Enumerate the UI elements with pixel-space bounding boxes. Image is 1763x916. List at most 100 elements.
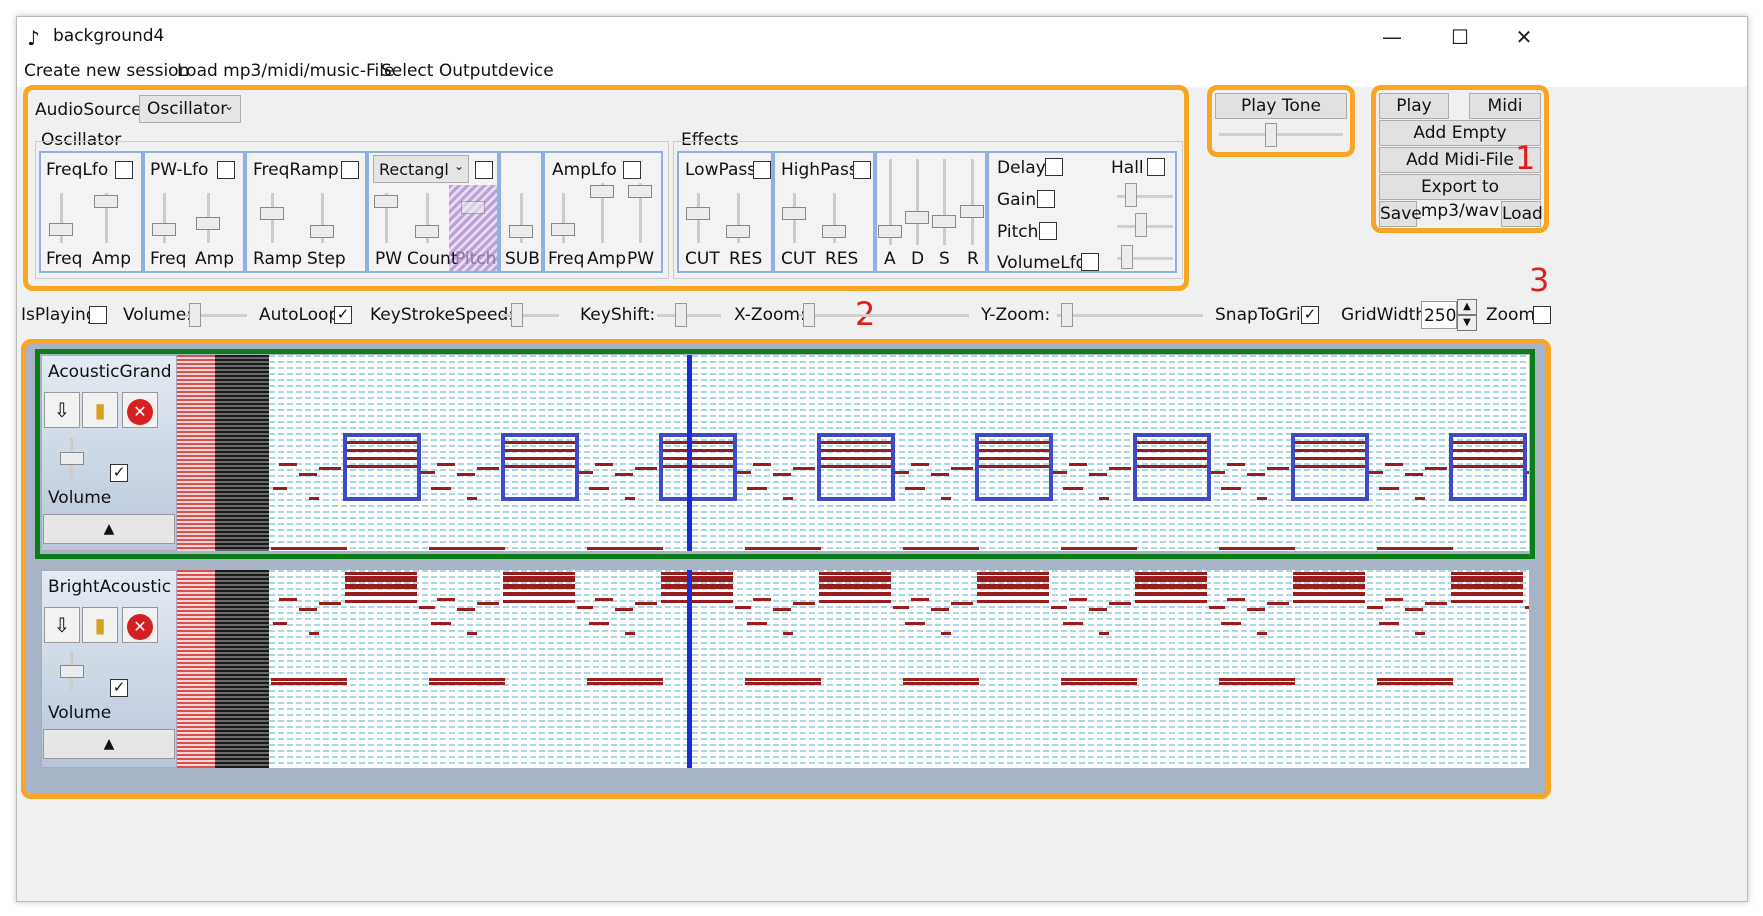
note[interactable] [977, 600, 1049, 603]
note[interactable] [625, 497, 635, 500]
freqlfo-checkbox[interactable] [115, 161, 133, 179]
hall-slider-1[interactable] [1125, 183, 1137, 207]
pwlfo-checkbox[interactable] [217, 161, 235, 179]
note[interactable] [595, 598, 613, 601]
note[interactable] [345, 586, 417, 589]
note[interactable] [1051, 606, 1067, 609]
note[interactable] [1377, 682, 1453, 685]
note[interactable] [431, 622, 445, 625]
zoom-checkbox[interactable] [1533, 306, 1551, 324]
note[interactable] [819, 572, 891, 575]
note[interactable] [271, 682, 347, 685]
note[interactable] [577, 606, 593, 609]
freqramp-ramp-slider[interactable] [260, 207, 284, 220]
note[interactable] [753, 598, 771, 601]
note[interactable] [429, 678, 505, 681]
note[interactable] [1051, 471, 1067, 474]
note[interactable] [279, 598, 297, 601]
track-1-collapse-button[interactable]: ▲ [43, 514, 175, 544]
note[interactable] [429, 547, 505, 550]
note[interactable] [1219, 547, 1295, 550]
note[interactable] [1293, 586, 1365, 589]
note[interactable] [615, 473, 633, 476]
note[interactable] [903, 682, 979, 685]
delay-checkbox[interactable] [1045, 158, 1063, 176]
highpass-res-slider[interactable] [822, 225, 846, 238]
note[interactable] [793, 602, 815, 605]
note-selection[interactable] [501, 433, 579, 501]
note[interactable] [1367, 471, 1383, 474]
note[interactable] [1109, 467, 1131, 470]
note[interactable] [819, 593, 891, 596]
track-2-collapse-button[interactable]: ▲ [43, 729, 175, 759]
waveform-select[interactable]: Rectangle ⌄ [373, 155, 469, 183]
note[interactable] [951, 602, 973, 605]
note[interactable] [1135, 586, 1207, 589]
play-tone-button[interactable]: Play Tone [1215, 93, 1347, 119]
note[interactable] [783, 497, 793, 500]
pitch-slider[interactable] [461, 201, 485, 214]
note[interactable] [1293, 600, 1365, 603]
note[interactable] [635, 467, 657, 470]
note[interactable] [745, 678, 821, 681]
note[interactable] [625, 632, 635, 635]
note[interactable] [1379, 487, 1393, 490]
note[interactable] [1451, 593, 1523, 596]
lowpass-cut-slider[interactable] [686, 207, 710, 220]
note[interactable] [1061, 678, 1137, 681]
note[interactable] [1267, 602, 1289, 605]
track-2-volume-slider[interactable] [60, 665, 84, 678]
gain-checkbox[interactable] [1037, 190, 1055, 208]
note[interactable] [437, 598, 455, 601]
note[interactable] [271, 547, 347, 550]
note[interactable] [977, 593, 1049, 596]
note[interactable] [1293, 593, 1365, 596]
lowpass-checkbox[interactable] [753, 161, 771, 179]
note-selection[interactable] [659, 433, 737, 501]
note[interactable] [299, 473, 317, 476]
note[interactable] [745, 682, 821, 685]
note[interactable] [1061, 547, 1137, 550]
hall-checkbox[interactable] [1147, 158, 1165, 176]
note[interactable] [661, 593, 733, 596]
audiosource-select[interactable]: Oscillator ⌄ [139, 95, 241, 123]
note[interactable] [819, 579, 891, 582]
note-selection[interactable] [1449, 433, 1527, 501]
note[interactable] [1221, 622, 1235, 625]
track-1-keys-dark[interactable] [215, 355, 269, 551]
note[interactable] [1415, 497, 1425, 500]
note[interactable] [893, 471, 909, 474]
note[interactable] [951, 467, 973, 470]
note[interactable] [747, 487, 761, 490]
note[interactable] [503, 572, 575, 575]
note[interactable] [1257, 632, 1267, 635]
save-button[interactable]: Save [1379, 201, 1422, 227]
note[interactable] [319, 467, 341, 470]
note[interactable] [661, 600, 733, 603]
freqramp-step-slider[interactable] [310, 225, 334, 238]
note[interactable] [793, 467, 815, 470]
note[interactable] [1379, 622, 1393, 625]
note[interactable] [931, 608, 949, 611]
note[interactable] [1135, 579, 1207, 582]
note[interactable] [735, 471, 751, 474]
note[interactable] [905, 487, 919, 490]
note[interactable] [273, 622, 287, 625]
note[interactable] [1377, 678, 1453, 681]
note[interactable] [467, 497, 477, 500]
amplfo-freq-slider[interactable] [551, 223, 575, 236]
snaptogrid-checkbox[interactable]: ✓ [1301, 306, 1319, 324]
note[interactable] [615, 608, 633, 611]
note[interactable] [1089, 473, 1107, 476]
amplfo-amp-slider[interactable] [590, 185, 614, 198]
menu-create-session[interactable]: Create new session [24, 61, 189, 81]
pwlfo-freq-slider[interactable] [152, 223, 176, 236]
note[interactable] [753, 463, 771, 466]
hall-slider-2[interactable] [1135, 213, 1147, 237]
note[interactable] [977, 586, 1049, 589]
note[interactable] [279, 463, 297, 466]
note-selection[interactable] [975, 433, 1053, 501]
note[interactable] [893, 606, 909, 609]
note[interactable] [1219, 682, 1295, 685]
note[interactable] [1385, 598, 1403, 601]
